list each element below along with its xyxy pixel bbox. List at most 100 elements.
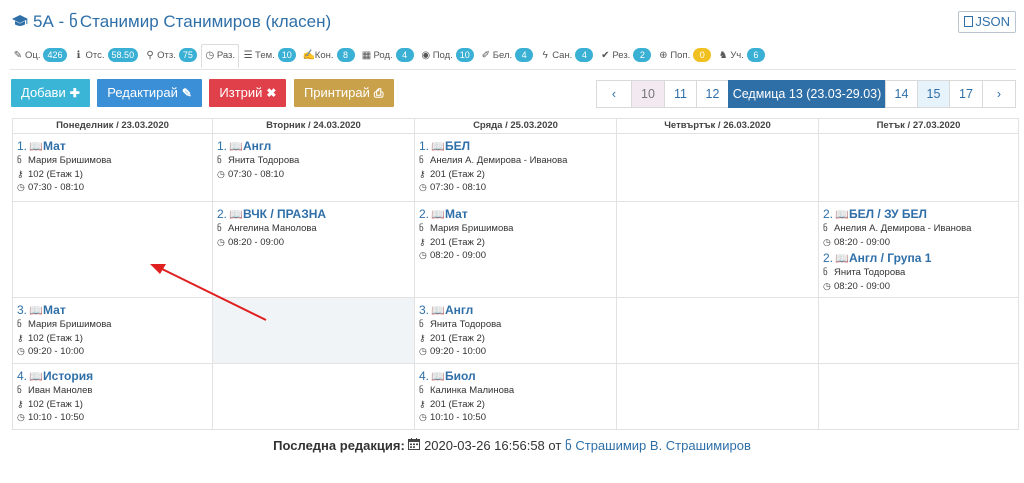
section-tabs: ✎ Оц. 426 ℹ Отс. 58.50 ⚲ Отз. 75 ◷ Раз. ☰ Тем. 10 ✍Кон… <box>10 44 769 70</box>
schedule-cell[interactable] <box>616 297 819 364</box>
lesson-title[interactable]: 1. 📖Мат <box>17 139 208 154</box>
schedule-cell[interactable] <box>818 363 1019 430</box>
tab-11[interactable]: ⊕ Поп. 0 <box>655 45 714 69</box>
tab-6[interactable]: ▦ Род. 4 <box>359 45 417 69</box>
week-15[interactable]: 15 <box>917 80 950 108</box>
lesson-title[interactable]: 2. 📖БЕЛ / ЗУ БЕЛ <box>823 207 1014 222</box>
key-icon: ⚷ <box>419 398 426 409</box>
lesson-title[interactable]: 1. 📖БЕЛ <box>419 139 612 154</box>
tab-label: Рез. <box>612 50 631 61</box>
glasses-icon: ნ <box>564 438 572 453</box>
schedule-cell[interactable]: 3. 📖Англ ნ Янита Тодорова ⚷ 201 (Етаж 2) ◷ 09:2… <box>414 297 617 364</box>
tab-2[interactable]: ⚲ Отз. 75 <box>142 45 200 69</box>
tab-7[interactable]: ◉ Под. 10 <box>418 45 477 69</box>
subject-name: ВЧК / ПРАЗНА <box>243 207 327 221</box>
title-separator: - <box>58 12 65 31</box>
room-line: ⚷ 201 (Етаж 2) <box>419 332 612 346</box>
tab-4[interactable]: ☰ Тем. 10 <box>240 45 299 69</box>
tab-label: Отс. <box>85 50 105 61</box>
tab-8[interactable]: ✐ Бел. 4 <box>478 45 536 69</box>
lesson-time: 09:20 - 10:00 <box>430 346 486 357</box>
tab-label: Род. <box>373 50 393 61</box>
schedule-cell[interactable] <box>616 133 819 202</box>
delete-button[interactable]: Изтрий ✖ <box>209 79 287 107</box>
teacher-line: ნ Анелия А. Демирова - Иванова <box>419 154 612 168</box>
tab-10[interactable]: ✔ Рез. 2 <box>597 45 654 69</box>
tab-12[interactable]: ♞ Уч. 6 <box>715 45 768 69</box>
subject-name: БЕЛ / ЗУ БЕЛ <box>849 207 927 221</box>
week-12[interactable]: 12 <box>696 80 729 108</box>
close-icon: ✖ <box>266 86 277 100</box>
schedule-cell[interactable]: 1. 📖Англ ნ Янита Тодорова ◷ 07:30 - 08:10 <box>212 133 415 202</box>
lesson-title[interactable]: 4. 📖История <box>17 369 208 384</box>
week-14[interactable]: 14 <box>885 80 918 108</box>
schedule-cell[interactable] <box>12 201 213 298</box>
lesson-title[interactable]: 4. 📖Биол <box>419 369 612 384</box>
next-week-button[interactable]: › <box>982 80 1016 108</box>
current-week[interactable]: Седмица 13 (23.03-29.03) <box>728 80 886 108</box>
add-label: Добави <box>21 85 66 100</box>
count-badge: 75 <box>178 48 197 62</box>
json-button[interactable]: JSON <box>958 11 1016 33</box>
clock-icon: ◷ <box>217 168 225 179</box>
print-button[interactable]: Принтирай ⎙ <box>293 79 394 107</box>
teacher-name: Янита Тодорова <box>834 267 906 278</box>
tab-5[interactable]: ✍Кон. 8 <box>300 45 358 69</box>
teacher-line: ნ Иван Манолев <box>17 384 208 398</box>
schedule-cell[interactable]: 4. 📖Биол ნ Калинка Малинова ⚷ 201 (Етаж 2) ◷ 10… <box>414 363 617 430</box>
schedule-cell[interactable] <box>212 297 415 364</box>
add-button[interactable]: Добави ✚ <box>11 79 90 107</box>
schedule-toolbar: Добави ✚ Редактирай ✎ Изтрий ✖ Принтирай ⎙ <box>11 79 397 107</box>
clock-icon: ◷ <box>205 50 215 61</box>
schedule-cell[interactable]: 4. 📖История ნ Иван Манолев ⚷ 102 (Етаж 1) ◷ 10:… <box>12 363 213 430</box>
tab-1[interactable]: ℹ Отс. 58.50 <box>71 45 142 69</box>
lesson-title[interactable]: 3. 📖Мат <box>17 303 208 318</box>
lesson-time: 10:10 - 10:50 <box>28 412 84 423</box>
last-edit-user-link[interactable]: Страшимир В. Страшимиров <box>575 438 751 453</box>
subject-name: БЕЛ <box>445 139 471 153</box>
lesson-title[interactable]: 2. 📖ВЧК / ПРАЗНА <box>217 207 410 222</box>
homeroom-teacher-link[interactable]: Станимир Станимиров (класен) <box>80 12 331 31</box>
teacher-line: ნ Мария Бришимова <box>17 154 208 168</box>
teacher-line: ნ Мария Бришимова <box>17 318 208 332</box>
glasses-icon: ნ <box>419 319 424 329</box>
schedule-cell[interactable] <box>616 201 819 298</box>
schedule-cell[interactable]: 2. 📖БЕЛ / ЗУ БЕЛ ნ Анелия А. Демирова - Ива… <box>818 201 1019 298</box>
lesson-time: 08:20 - 09:00 <box>430 250 486 261</box>
lesson-title[interactable]: 1. 📖Англ <box>217 139 410 154</box>
lesson-entry: 2. 📖ВЧК / ПРАЗНА ნ Ангелина Манолова ◷ 08:20 … <box>213 202 414 249</box>
schedule-cell[interactable]: 1. 📖Мат ნ Мария Бришимова ⚷ 102 (Етаж 1) ◷ 07:3… <box>12 133 213 202</box>
schedule-cell[interactable]: 1. 📖БЕЛ ნ Анелия А. Демирова - Иванова ⚷ 201 … <box>414 133 617 202</box>
lesson-title[interactable]: 2. 📖Мат <box>419 207 612 222</box>
week-11[interactable]: 11 <box>664 80 697 108</box>
print-label: Принтирай <box>303 85 370 100</box>
schedule-cell[interactable]: 2. 📖Мат ნ Мария Бришимова ⚷ 201 (Етаж 2) ◷ 08:2… <box>414 201 617 298</box>
day-header: Петък / 27.03.2020 <box>818 118 1019 134</box>
lesson-title[interactable]: 3. 📖Англ <box>419 303 612 318</box>
count-badge: 10 <box>455 48 474 62</box>
schedule-cell[interactable] <box>818 297 1019 364</box>
count-badge: 10 <box>277 48 296 62</box>
schedule-cell[interactable] <box>212 363 415 430</box>
teacher-line: ნ Мария Бришимова <box>419 222 612 236</box>
prev-week-button[interactable]: ‹ <box>596 80 632 108</box>
clock-icon: ◷ <box>419 346 427 356</box>
edit-button[interactable]: Редактирай ✎ <box>97 79 202 107</box>
tab-3[interactable]: ◷ Раз. <box>200 44 240 68</box>
tab-label: Бел. <box>492 50 513 61</box>
glasses-icon: ნ <box>823 223 828 233</box>
schedule-cell[interactable]: 2. 📖ВЧК / ПРАЗНА ნ Ангелина Манолова ◷ 08:20 … <box>212 201 415 298</box>
week-17[interactable]: 17 <box>949 80 983 108</box>
week-10[interactable]: 10 <box>631 80 665 108</box>
schedule-cell[interactable] <box>616 363 819 430</box>
lesson-title[interactable]: 2. 📖Англ / Група 1 <box>823 251 1014 266</box>
tab-0[interactable]: ✎ Оц. 426 <box>10 45 70 69</box>
page-header: 5А - ნ Станимир Станимиров (класен) JSON <box>12 10 1016 36</box>
lesson-time: 08:20 - 09:00 <box>834 236 890 248</box>
glasses-icon: ნ <box>419 385 424 395</box>
schedule-cell[interactable]: 3. 📖Мат ნ Мария Бришимова ⚷ 102 (Етаж 1) ◷ 09:2… <box>12 297 213 364</box>
tab-9[interactable]: ϟ Сан. 4 <box>537 45 596 69</box>
schedule-cell[interactable] <box>818 133 1019 202</box>
count-badge: 2 <box>633 48 652 62</box>
room-name: 201 (Етаж 2) <box>430 236 485 248</box>
